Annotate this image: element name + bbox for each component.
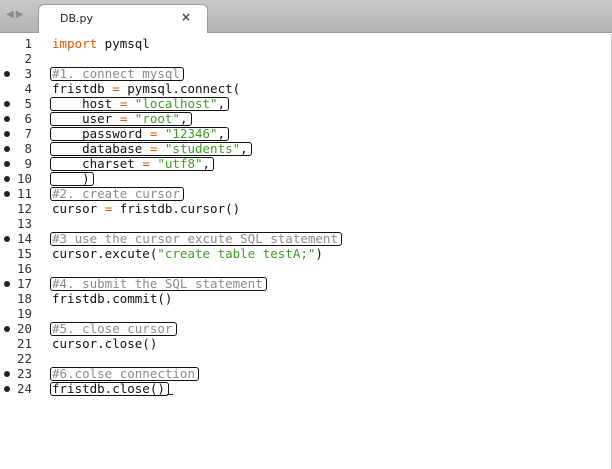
code-line[interactable]: #2. create cursor	[52, 186, 180, 201]
string-token: "utf8"	[157, 156, 203, 171]
code-token: ,	[240, 141, 248, 156]
comment-token: #1. connect mysql	[52, 66, 180, 81]
line-number: 22	[16, 351, 32, 366]
code-line[interactable]: )	[52, 171, 90, 186]
code-line[interactable]: database = "students",	[52, 141, 248, 156]
code-line[interactable]: fristdb.commit()	[52, 291, 172, 306]
code-line[interactable]: password = "12346",	[52, 126, 225, 141]
code-line[interactable]: host = "localhost",	[52, 96, 225, 111]
tab-forward-icon[interactable]: ▶	[16, 9, 26, 20]
keyword-token: =	[142, 156, 150, 171]
code-token: user	[52, 111, 120, 126]
code-line[interactable]: import pymsql	[52, 36, 150, 51]
string-token: "localhost"	[134, 96, 218, 111]
comment-token: #5. close cursor	[52, 321, 173, 336]
bookmark-dot-icon[interactable]	[4, 191, 10, 197]
code-line[interactable]: cursor.excute("create table testA;")	[52, 246, 323, 261]
code-token: fristdb.cursor()	[112, 201, 241, 216]
code-token: ,	[217, 126, 226, 141]
bookmark-dot-icon[interactable]	[4, 116, 10, 122]
bookmark-dot-icon[interactable]	[4, 131, 10, 137]
bookmark-dot-icon[interactable]	[4, 146, 10, 152]
close-icon[interactable]: ×	[181, 10, 191, 24]
bookmark-dot-icon[interactable]	[4, 101, 10, 107]
code-line[interactable]: fristdb = pymsql.connect(	[52, 81, 240, 96]
line-number: 1	[24, 36, 32, 51]
tab-nav: ◀▶	[6, 9, 25, 20]
code-token: ,	[202, 156, 211, 171]
code-line[interactable]: #4. submit the SQL statement	[52, 276, 263, 291]
code-line[interactable]: #5. close cursor	[52, 321, 172, 336]
code-line[interactable]: #1. connect mysql	[52, 66, 180, 81]
string-token: "12346"	[164, 126, 218, 141]
string-token: "students"	[164, 141, 241, 156]
line-number: 15	[16, 246, 32, 261]
keyword-token: import	[52, 36, 98, 51]
code-token: host	[52, 96, 120, 111]
keyword-token: =	[112, 81, 120, 96]
code-token: pymsql.connect(	[119, 81, 241, 96]
comment-token: #4. submit the SQL statement	[52, 276, 263, 291]
code-line[interactable]: fristdb.close()	[52, 381, 165, 396]
code-token: charset	[52, 156, 143, 171]
line-number: 12	[16, 201, 32, 216]
code-token: database	[52, 141, 150, 156]
comment-token: #3 use the cursor excute SQL statement	[52, 231, 338, 246]
bookmark-dot-icon[interactable]	[4, 71, 10, 77]
bookmark-dot-icon[interactable]	[4, 236, 10, 242]
bookmark-dot-icon[interactable]	[4, 326, 10, 332]
code-token: ,	[217, 96, 226, 111]
line-number: 19	[16, 306, 32, 321]
comment-token: #6.colse connection	[52, 366, 195, 381]
bookmark-dot-icon[interactable]	[4, 386, 10, 392]
code-token: )	[315, 246, 323, 261]
tab-title: DB.py	[60, 12, 94, 25]
bookmark-dot-icon[interactable]	[4, 161, 10, 167]
code-token: )	[52, 171, 90, 186]
comment-token: #2. create cursor	[52, 186, 180, 201]
code-line[interactable]: #3 use the cursor excute SQL statement	[52, 231, 338, 246]
tab-bar: ◀▶ DB.py ×	[0, 0, 612, 33]
code-token: fristdb.close()	[52, 381, 165, 396]
code-line[interactable]: user = "root",	[52, 111, 187, 126]
code-line[interactable]: #6.colse connection	[52, 366, 195, 381]
line-number: 16	[16, 261, 32, 276]
line-number: 13	[16, 216, 32, 231]
string-token: "create table testA;"	[157, 246, 316, 261]
bookmark-dot-icon[interactable]	[4, 371, 10, 377]
bookmark-dot-icon[interactable]	[4, 176, 10, 182]
code-editor[interactable]: 1 import pymsql 2 3 #1. connect mysql 4 fristd…	[0, 34, 612, 469]
line-number: 4	[24, 81, 32, 96]
bookmark-dot-icon[interactable]	[4, 281, 10, 287]
code-token: password	[52, 126, 150, 141]
string-token: "root"	[134, 111, 180, 126]
code-token: fristdb	[52, 81, 113, 96]
code-line[interactable]: charset = "utf8",	[52, 156, 210, 171]
code-token: ,	[179, 111, 188, 126]
code-token: pymsql	[97, 36, 150, 51]
tab-db-py[interactable]: DB.py ×	[38, 4, 208, 33]
line-number: 21	[16, 336, 32, 351]
line-number: 2	[24, 51, 32, 66]
code-token: fristdb.commit()	[52, 291, 173, 306]
code-token: cursor	[52, 201, 105, 216]
line-number: 18	[16, 291, 32, 306]
code-token: cursor.excute(	[52, 246, 158, 261]
code-line[interactable]: cursor = fristdb.cursor()	[52, 201, 240, 216]
text-cursor	[166, 394, 173, 395]
code-token: cursor.close()	[52, 336, 158, 351]
tab-back-icon[interactable]: ◀	[6, 9, 16, 20]
code-line[interactable]: cursor.close()	[52, 336, 157, 351]
